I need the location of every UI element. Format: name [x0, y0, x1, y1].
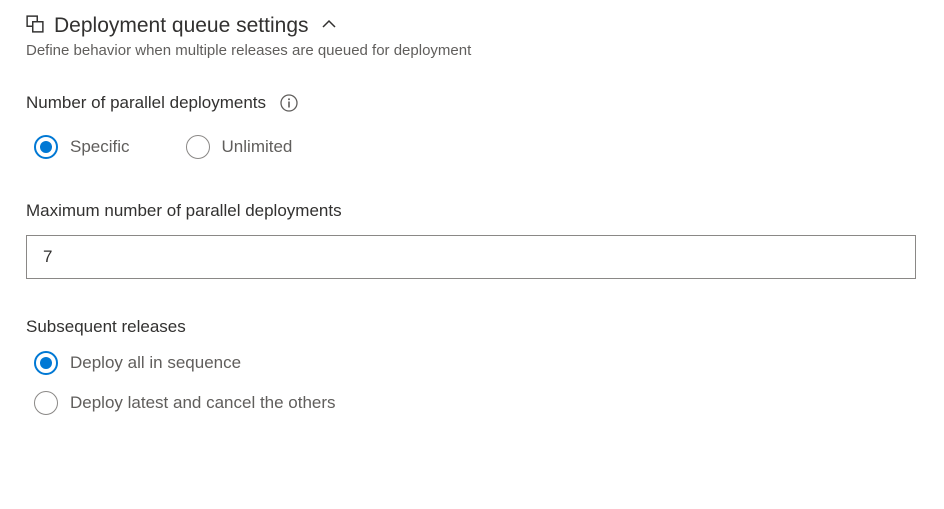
chevron-up-icon [321, 16, 337, 37]
radio-indicator [34, 135, 58, 159]
radio-deploy-latest[interactable]: Deploy latest and cancel the others [34, 391, 918, 415]
radio-specific-label: Specific [70, 137, 130, 157]
section-title: Deployment queue settings [54, 14, 309, 38]
section-header[interactable]: Deployment queue settings [26, 14, 918, 38]
parallel-radio-group: Specific Unlimited [26, 135, 918, 159]
radio-sequence-label: Deploy all in sequence [70, 353, 241, 373]
section-subtitle: Define behavior when multiple releases a… [26, 42, 918, 59]
subsequent-releases-label: Subsequent releases [26, 317, 918, 337]
radio-deploy-sequence[interactable]: Deploy all in sequence [34, 351, 918, 375]
subsequent-radio-group: Deploy all in sequence Deploy latest and… [26, 351, 918, 415]
deployment-icon [26, 15, 44, 38]
parallel-deployments-label: Number of parallel deployments [26, 93, 918, 113]
radio-indicator [186, 135, 210, 159]
radio-latest-label: Deploy latest and cancel the others [70, 393, 336, 413]
radio-specific[interactable]: Specific [34, 135, 130, 159]
info-icon[interactable] [280, 94, 298, 112]
max-deployments-input[interactable] [26, 235, 916, 279]
max-deployments-label: Maximum number of parallel deployments [26, 201, 918, 221]
radio-indicator [34, 351, 58, 375]
radio-indicator [34, 391, 58, 415]
radio-unlimited[interactable]: Unlimited [186, 135, 293, 159]
parallel-label-text: Number of parallel deployments [26, 93, 266, 113]
radio-unlimited-label: Unlimited [222, 137, 293, 157]
